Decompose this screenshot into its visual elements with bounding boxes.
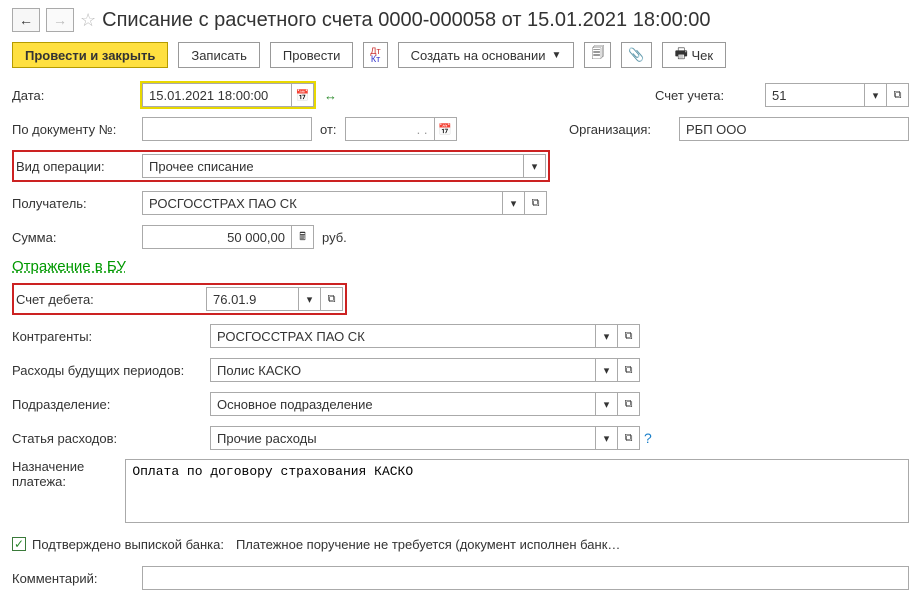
debit-open[interactable]: ⧉ xyxy=(321,287,343,311)
contragent-input[interactable]: РОСГОССТРАХ ПАО СК xyxy=(210,324,596,348)
link-icon: 🗐 xyxy=(591,44,604,66)
submit-button[interactable]: Провести xyxy=(270,42,354,68)
optype-label: Вид операции: xyxy=(16,159,142,174)
open-icon: ⧉ xyxy=(532,197,540,210)
confirmed-checkbox[interactable]: ✓ xyxy=(12,537,26,551)
paperclip-icon: 📎 xyxy=(628,47,644,63)
open-icon: ⧉ xyxy=(625,364,633,377)
currency-label: руб. xyxy=(322,230,347,245)
purpose-textarea[interactable] xyxy=(125,459,909,523)
sum-input[interactable]: 50 000,00 xyxy=(142,225,292,249)
help-icon[interactable]: ? xyxy=(644,430,652,446)
contragent-open[interactable]: ⧉ xyxy=(618,324,640,348)
dtkt-icon: ДтКт xyxy=(370,47,380,63)
division-dropdown[interactable]: ▾ xyxy=(596,392,618,416)
purpose-label: Назначение платежа: xyxy=(12,459,125,489)
calendar-icon: 📅 xyxy=(438,123,452,136)
chevron-down-icon: ▾ xyxy=(604,432,610,445)
page-title: Списание с расчетного счета 0000-000058 … xyxy=(102,9,710,32)
open-icon: ⧉ xyxy=(625,398,633,411)
recipient-label: Получатель: xyxy=(12,196,142,211)
contragent-label: Контрагенты: xyxy=(12,329,210,344)
expense-input[interactable]: Прочие расходы xyxy=(210,426,596,450)
contragent-dropdown[interactable]: ▾ xyxy=(596,324,618,348)
account-open[interactable]: ⧉ xyxy=(887,83,909,107)
open-icon: ⧉ xyxy=(625,432,633,445)
calendar-icon: 📅 xyxy=(296,89,310,102)
create-based-label: Создать на основании xyxy=(411,48,546,63)
open-icon: ⧉ xyxy=(625,330,633,343)
chevron-down-icon: ▾ xyxy=(873,89,879,102)
open-icon: ⧉ xyxy=(894,89,902,102)
division-open[interactable]: ⧉ xyxy=(618,392,640,416)
docnum-from-label: от: xyxy=(320,122,337,137)
calendar-button[interactable]: 📅 xyxy=(292,83,314,107)
expense-label: Статья расходов: xyxy=(12,431,210,446)
expense-open[interactable]: ⧉ xyxy=(618,426,640,450)
debit-input[interactable]: 76.01.9 xyxy=(206,287,299,311)
optype-dropdown[interactable]: ▾ xyxy=(524,154,546,178)
comment-input[interactable] xyxy=(142,566,909,590)
org-label: Организация: xyxy=(569,122,679,137)
calculator-icon: 🖩 xyxy=(299,228,306,247)
division-input[interactable]: Основное подразделение xyxy=(210,392,596,416)
printer-icon: 🖶 xyxy=(675,43,688,67)
docdate-input[interactable]: . . xyxy=(345,117,435,141)
nav-back-button[interactable]: ← xyxy=(12,8,40,32)
check-label: Чек xyxy=(691,48,713,63)
recipient-dropdown[interactable]: ▾ xyxy=(503,191,525,215)
sum-label: Сумма: xyxy=(12,230,142,245)
future-label: Расходы будущих периодов: xyxy=(12,363,210,378)
future-open[interactable]: ⧉ xyxy=(618,358,640,382)
chevron-down-icon: ▾ xyxy=(604,330,610,343)
favorite-icon[interactable]: ☆ xyxy=(80,10,96,31)
future-dropdown[interactable]: ▾ xyxy=(596,358,618,382)
nav-forward-button[interactable]: → xyxy=(46,8,74,32)
debit-dropdown[interactable]: ▾ xyxy=(299,287,321,311)
submit-close-button[interactable]: Провести и закрыть xyxy=(12,42,168,68)
date-label: Дата: xyxy=(12,88,142,103)
account-label: Счет учета: xyxy=(655,88,765,103)
org-value: РБП ООО xyxy=(679,117,909,141)
section-title: Отражение в БУ xyxy=(12,258,909,275)
comment-label: Комментарий: xyxy=(12,571,142,586)
recipient-open[interactable]: ⧉ xyxy=(525,191,547,215)
save-button[interactable]: Записать xyxy=(178,42,260,68)
account-dropdown[interactable]: ▾ xyxy=(865,83,887,107)
check-button[interactable]: 🖶 Чек xyxy=(662,42,726,68)
division-label: Подразделение: xyxy=(12,397,210,412)
chevron-down-icon: ▾ xyxy=(604,398,610,411)
docnum-label: По документу №: xyxy=(12,122,142,137)
chevron-down-icon: ▾ xyxy=(511,197,517,210)
expense-dropdown[interactable]: ▾ xyxy=(596,426,618,450)
chevron-down-icon: ▼ xyxy=(552,50,562,61)
bank-note: Платежное поручение не требуется (докуме… xyxy=(236,537,620,552)
date-ok-icon: ↔ xyxy=(324,88,337,103)
recipient-input[interactable]: РОСГОССТРАХ ПАО СК xyxy=(142,191,503,215)
dtkt-button[interactable]: ДтКт xyxy=(363,42,387,68)
optype-input[interactable]: Прочее списание xyxy=(142,154,524,178)
docnum-input[interactable] xyxy=(142,117,312,141)
account-input[interactable]: 51 xyxy=(765,83,865,107)
chevron-down-icon: ▾ xyxy=(532,160,538,173)
link-button[interactable]: 🗐 xyxy=(584,42,611,68)
create-based-button[interactable]: Создать на основании ▼ xyxy=(398,42,575,68)
debit-label: Счет дебета: xyxy=(16,292,206,307)
future-input[interactable]: Полис КАСКО xyxy=(210,358,596,382)
date-input[interactable]: 15.01.2021 18:00:00 xyxy=(142,83,292,107)
chevron-down-icon: ▾ xyxy=(307,293,313,306)
open-icon: ⧉ xyxy=(328,293,336,306)
docdate-calendar[interactable]: 📅 xyxy=(435,117,457,141)
confirmed-label: Подтверждено выпиской банка: xyxy=(32,537,224,552)
chevron-down-icon: ▾ xyxy=(604,364,610,377)
sum-calc[interactable]: 🖩 xyxy=(292,225,314,249)
attach-button[interactable]: 📎 xyxy=(621,42,651,68)
